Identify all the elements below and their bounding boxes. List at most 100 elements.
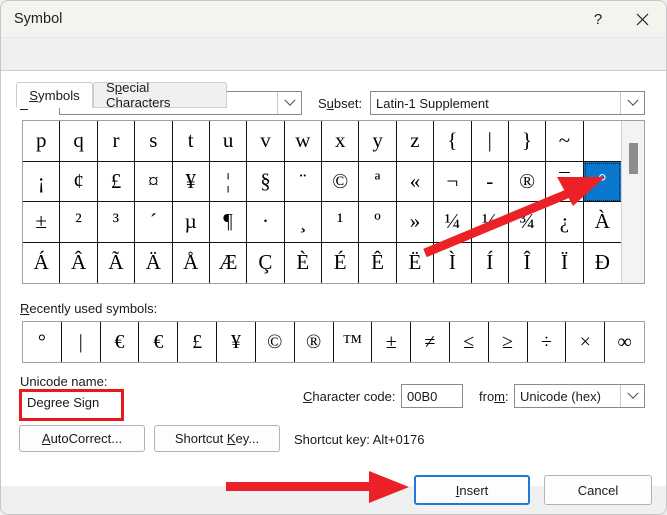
symbol-cell[interactable]: ±: [23, 202, 61, 243]
symbol-cell[interactable]: z: [396, 121, 435, 162]
symbol-cell[interactable]: -: [471, 161, 509, 202]
symbol-cell[interactable]: ´: [135, 202, 173, 243]
from-select[interactable]: Unicode (hex): [514, 384, 645, 408]
symbol-cell[interactable]: ·: [247, 202, 285, 243]
recent-symbol-cell[interactable]: ≤: [450, 322, 489, 362]
symbol-cell[interactable]: É: [322, 242, 360, 283]
symbol-cell[interactable]: ¿: [546, 202, 584, 243]
symbol-cell[interactable]: |: [471, 121, 509, 162]
symbol-cell[interactable]: ®: [508, 161, 547, 202]
symbol-cell[interactable]: ½: [471, 202, 509, 243]
symbol-cell[interactable]: «: [396, 161, 435, 202]
symbol-cell[interactable]: ¬: [434, 161, 472, 202]
symbol-cell[interactable]: ¹: [322, 202, 360, 243]
symbol-cell[interactable]: £: [97, 161, 136, 202]
symbol-cell[interactable]: Ì: [434, 242, 472, 283]
chevron-down-icon[interactable]: [620, 92, 644, 114]
symbol-cell[interactable]: Å: [173, 242, 210, 283]
recent-symbol-cell[interactable]: ∞: [605, 322, 644, 362]
recent-symbol-cell[interactable]: ÷: [528, 322, 567, 362]
symbol-cell[interactable]: y: [359, 121, 397, 162]
symbol-cell[interactable]: µ: [172, 202, 210, 243]
symbol-cell[interactable]: Í: [472, 242, 509, 283]
symbol-cell[interactable]: ²: [60, 202, 98, 243]
subset-select[interactable]: Latin-1 Supplement: [370, 91, 645, 115]
recently-used-grid[interactable]: ° | € € £ ¥ © ® ™ ± ≠ ≤ ≥ ÷ × ∞: [23, 322, 644, 362]
symbol-cell[interactable]: º: [359, 202, 397, 243]
recent-symbol-cell[interactable]: ™: [334, 322, 373, 362]
recent-symbol-cell[interactable]: ©: [256, 322, 295, 362]
recent-symbol-cell[interactable]: €: [101, 322, 140, 362]
symbol-cell[interactable]: ª: [359, 161, 397, 202]
symbol-cell[interactable]: s: [135, 121, 173, 162]
symbol-cell[interactable]: ¼: [434, 202, 472, 243]
symbol-cell[interactable]: q: [60, 121, 98, 162]
symbol-cell[interactable]: Æ: [210, 242, 248, 283]
symbol-cell[interactable]: ¯: [546, 161, 584, 202]
symbol-cell[interactable]: ~: [546, 121, 584, 162]
recent-symbol-cell[interactable]: £: [178, 322, 218, 362]
symbol-cell[interactable]: v: [247, 121, 285, 162]
tab-symbols[interactable]: Symbols: [16, 82, 93, 108]
symbol-grid[interactable]: p q r s t u v w x y z{|} ~ ¡ ¢ £ ¤ ¥ ¦ § ¨ © ª «¬ - ® ¯ ° ± ² ³ ´ µ ¶ · ¸ ¹…: [23, 121, 621, 283]
symbol-cell[interactable]: Ð: [584, 243, 621, 284]
symbol-cell[interactable]: Ç: [247, 242, 285, 283]
autocorrect-button[interactable]: AutoCorrect...: [19, 425, 145, 452]
symbol-cell[interactable]: ¶: [209, 202, 248, 243]
chevron-down-icon[interactable]: [620, 385, 644, 407]
symbol-cell[interactable]: p: [23, 121, 61, 162]
symbol-cell[interactable]: ¸: [284, 202, 322, 243]
symbol-cell[interactable]: ¾: [508, 202, 547, 243]
symbol-cell[interactable]: ©: [322, 161, 360, 202]
tab-special-characters[interactable]: Special Characters: [93, 80, 227, 110]
symbol-cell[interactable]: }: [508, 121, 547, 162]
chevron-down-icon[interactable]: [277, 92, 301, 114]
recent-symbol-cell[interactable]: ±: [372, 322, 412, 362]
scrollbar-thumb[interactable]: [629, 143, 638, 174]
recent-symbol-cell[interactable]: ×: [566, 322, 606, 362]
symbol-grid-scrollbar[interactable]: [621, 121, 644, 283]
symbol-cell[interactable]: r: [97, 121, 136, 162]
symbol-cell[interactable]: ¦: [209, 161, 248, 202]
symbol-cell[interactable]: À: [583, 202, 621, 243]
symbol-cell[interactable]: È: [285, 242, 322, 283]
symbol-cell[interactable]: Ï: [546, 242, 584, 283]
symbol-cell[interactable]: [583, 121, 621, 162]
symbol-cell[interactable]: Î: [509, 242, 547, 283]
symbol-cell[interactable]: ³: [97, 202, 136, 243]
recent-symbol-cell[interactable]: ®: [295, 322, 334, 362]
symbol-cell[interactable]: Ê: [359, 242, 397, 283]
symbol-cell[interactable]: ¨: [284, 161, 322, 202]
symbol-cell[interactable]: Ä: [135, 242, 173, 283]
recent-symbol-cell[interactable]: ¥: [217, 322, 256, 362]
symbol-cell[interactable]: Ë: [397, 242, 435, 283]
character-code-input[interactable]: 00B0: [401, 384, 463, 408]
symbol-cell[interactable]: t: [172, 121, 210, 162]
symbol-cell[interactable]: Á: [23, 242, 61, 283]
symbol-cell[interactable]: ¡: [23, 161, 61, 202]
recent-symbol-cell[interactable]: ≥: [489, 322, 528, 362]
shortcut-key-prefix: Shortcut: [174, 431, 227, 446]
symbol-cell[interactable]: °: [583, 161, 621, 202]
symbol-cell[interactable]: »: [396, 202, 435, 243]
symbol-cell[interactable]: §: [247, 161, 285, 202]
symbol-cell[interactable]: ¤: [135, 161, 173, 202]
recent-symbol-cell[interactable]: €: [139, 322, 179, 362]
shortcut-key-button[interactable]: Shortcut Key...: [154, 425, 280, 452]
recent-symbol-cell[interactable]: °: [23, 322, 62, 362]
cancel-button[interactable]: Cancel: [544, 475, 652, 505]
recent-symbol-cell[interactable]: |: [62, 322, 101, 362]
symbol-cell[interactable]: w: [284, 121, 322, 162]
recent-symbol-cell[interactable]: ≠: [411, 322, 450, 362]
subset-label-rest: bset:: [333, 96, 363, 111]
symbol-cell[interactable]: Â: [60, 242, 98, 283]
symbol-cell[interactable]: ¥: [172, 161, 210, 202]
symbol-cell[interactable]: Ã: [98, 242, 136, 283]
help-icon[interactable]: ?: [576, 1, 620, 38]
symbol-cell[interactable]: {: [434, 121, 472, 162]
symbol-cell[interactable]: u: [209, 121, 248, 162]
symbol-cell[interactable]: x: [322, 121, 360, 162]
insert-button[interactable]: Insert: [414, 475, 530, 505]
symbol-cell[interactable]: ¢: [60, 161, 98, 202]
close-icon[interactable]: [620, 1, 664, 38]
